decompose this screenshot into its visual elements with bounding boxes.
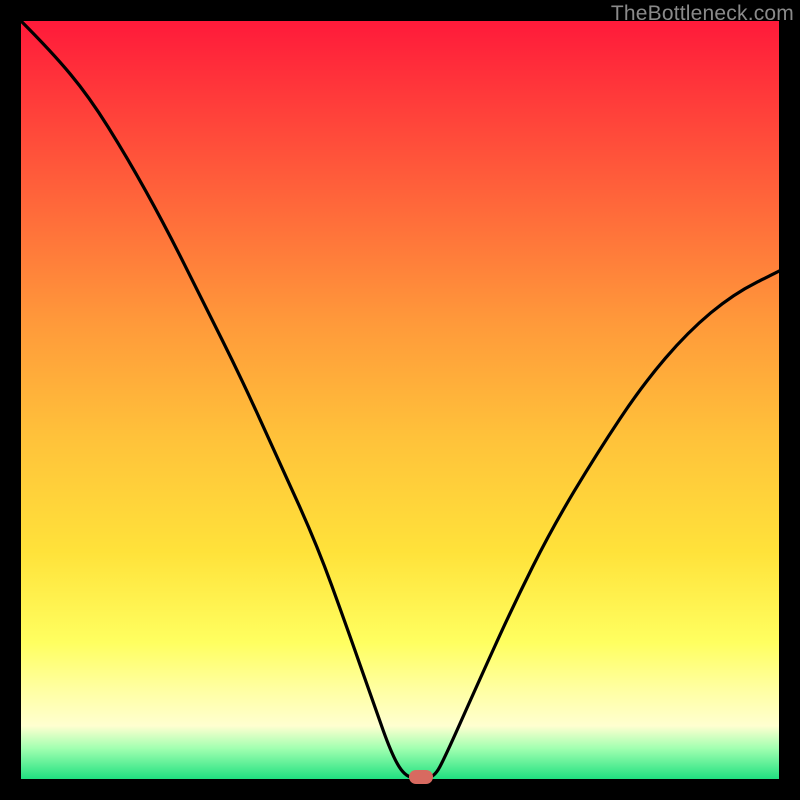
optimal-point-marker — [409, 770, 433, 784]
watermark-label: TheBottleneck.com — [611, 2, 794, 26]
bottleneck-curve — [21, 21, 779, 779]
